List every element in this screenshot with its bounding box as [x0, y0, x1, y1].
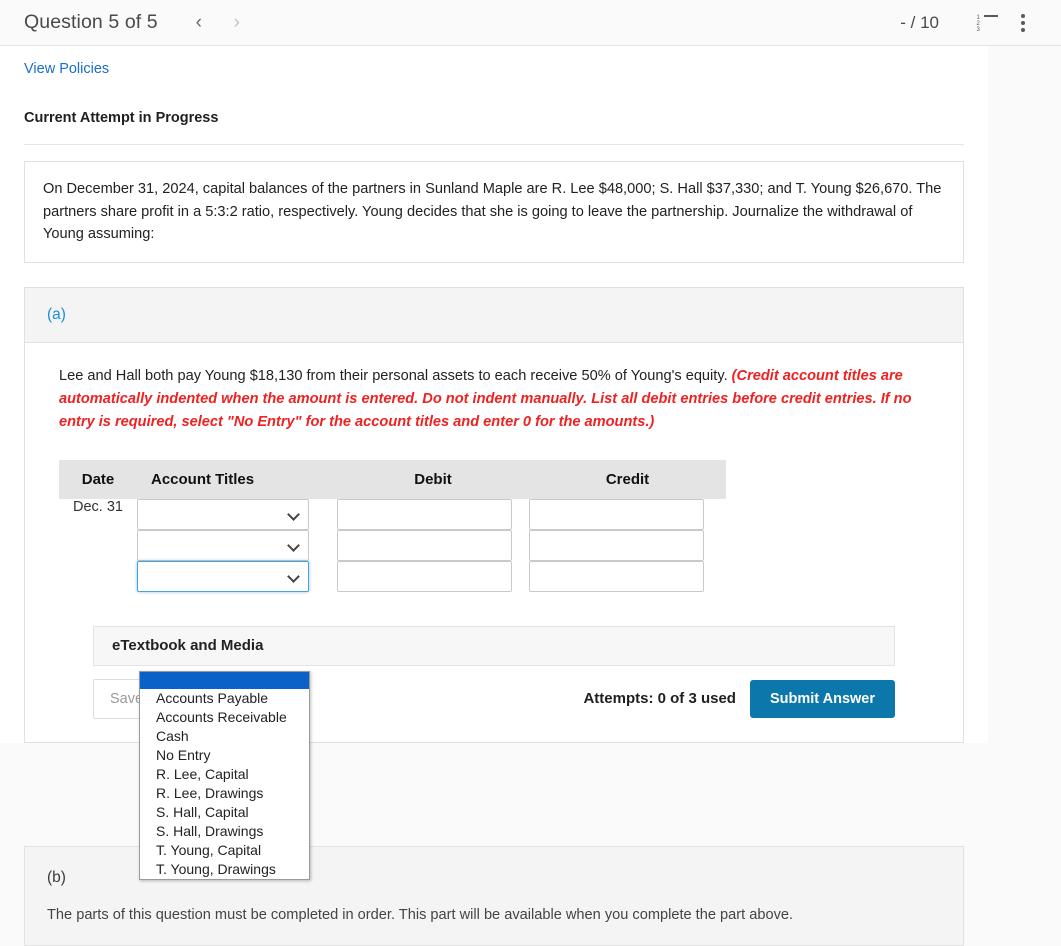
debit-input-2[interactable] — [337, 529, 512, 561]
etextbook-label: eTextbook and Media — [112, 637, 264, 654]
part-a-instruction: Lee and Hall both pay Young $18,130 from… — [59, 365, 929, 434]
instruction-text: Lee and Hall both pay Young $18,130 from… — [59, 367, 732, 384]
more-options-button[interactable] — [1005, 5, 1041, 41]
list-number-3: 3 — [976, 26, 980, 33]
credit-cell-2 — [529, 529, 726, 561]
view-policies-link[interactable]: View Policies — [24, 61, 109, 77]
table-header-row: Date Account Titles Debit Credit — [59, 459, 726, 499]
journal-entry-table: Date Account Titles Debit Credit Dec. 31… — [59, 459, 726, 592]
debit-cell-1 — [337, 498, 529, 530]
dropdown-option[interactable]: S. Hall, Capital — [140, 803, 309, 822]
next-question-button[interactable]: › — [218, 6, 256, 40]
dropdown-option[interactable]: T. Young, Drawings — [140, 860, 309, 879]
table-row: Accounts PayableAccounts ReceivableCashN… — [59, 560, 726, 592]
account-cell-3: Accounts PayableAccounts ReceivableCashN… — [137, 560, 337, 592]
dropdown-option[interactable]: R. Lee, Drawings — [140, 784, 309, 803]
credit-input-3[interactable] — [529, 560, 704, 592]
dropdown-option-blank[interactable] — [140, 672, 309, 689]
score-display: - / 10 — [900, 12, 939, 32]
question-toolbar: Question 5 of 5 ‹ › - / 10 1 2 3 — [0, 0, 1061, 46]
column-header-date: Date — [59, 459, 137, 499]
account-select-3[interactable]: Accounts PayableAccounts ReceivableCashN… — [137, 560, 309, 592]
kebab-menu-icon — [1021, 13, 1025, 32]
dropdown-option[interactable]: S. Hall, Drawings — [140, 822, 309, 841]
credit-cell-3 — [529, 560, 726, 592]
account-select-wrapper-1: Accounts PayableAccounts ReceivableCashN… — [137, 498, 309, 530]
attempt-status: Current Attempt in Progress — [24, 110, 219, 126]
credit-cell-1 — [529, 498, 726, 530]
part-a-label: (a) — [25, 287, 963, 343]
credit-input-1[interactable] — [529, 498, 704, 530]
question-page: View Policies Current Attempt in Progres… — [0, 46, 1061, 946]
entry-date-1: Dec. 31 — [73, 498, 123, 515]
account-cell-1: Accounts PayableAccounts ReceivableCashN… — [137, 498, 337, 530]
account-select-2[interactable]: Accounts PayableAccounts ReceivableCashN… — [137, 529, 309, 561]
part-b-message: The parts of this question must be compl… — [47, 907, 794, 923]
entry-date-3 — [59, 561, 137, 592]
debit-cell-3 — [337, 560, 529, 592]
debit-input-3[interactable] — [337, 560, 512, 592]
column-header-credit: Credit — [529, 459, 726, 499]
debit-cell-2 — [337, 529, 529, 561]
toolbar-right-group: - / 10 1 2 3 — [900, 5, 1041, 41]
account-select-1[interactable]: Accounts PayableAccounts ReceivableCashN… — [137, 498, 309, 530]
account-select-wrapper-2: Accounts PayableAccounts ReceivableCashN… — [137, 529, 309, 561]
attempts-counter: Attempts: 0 of 3 used — [583, 690, 736, 707]
dropdown-option[interactable]: Accounts Receivable — [140, 708, 309, 727]
previous-question-button[interactable]: ‹ — [180, 6, 218, 40]
page-title: Question 5 of 5 — [24, 11, 158, 33]
dropdown-option[interactable]: Cash — [140, 727, 309, 746]
dropdown-option[interactable]: No Entry — [140, 746, 309, 765]
submit-group: Attempts: 0 of 3 used Submit Answer — [583, 679, 895, 718]
problem-statement: On December 31, 2024, capital balances o… — [24, 161, 964, 263]
question-list-button[interactable]: 1 2 3 — [969, 5, 1005, 41]
question-navigation: ‹ › — [180, 6, 256, 40]
account-dropdown-list[interactable]: Accounts Payable Accounts Receivable Cash N… — [139, 671, 310, 880]
panel-header: View Policies Current Attempt in Progres… — [0, 46, 988, 145]
entry-date-2 — [59, 530, 137, 561]
debit-input-1[interactable] — [337, 498, 512, 530]
table-row: Dec. 31 Accounts PayableAccounts Receiva… — [59, 498, 726, 530]
table-row: Accounts PayableAccounts ReceivableCashN… — [59, 529, 726, 561]
account-cell-2: Accounts PayableAccounts ReceivableCashN… — [137, 529, 337, 561]
account-select-wrapper-3: Accounts PayableAccounts ReceivableCashN… — [137, 560, 309, 592]
column-header-debit: Debit — [337, 459, 529, 499]
credit-input-2[interactable] — [529, 529, 704, 561]
dropdown-option[interactable]: T. Young, Capital — [140, 841, 309, 860]
dropdown-option[interactable]: R. Lee, Capital — [140, 765, 309, 784]
divider — [24, 144, 964, 145]
column-header-account: Account Titles — [137, 459, 337, 499]
numbered-list-icon: 1 2 3 — [976, 14, 998, 33]
submit-answer-button[interactable]: Submit Answer — [749, 679, 895, 718]
etextbook-media-bar[interactable]: eTextbook and Media — [93, 625, 895, 666]
question-panel: View Policies Current Attempt in Progres… — [0, 46, 988, 743]
dropdown-option[interactable]: Accounts Payable — [140, 689, 309, 708]
